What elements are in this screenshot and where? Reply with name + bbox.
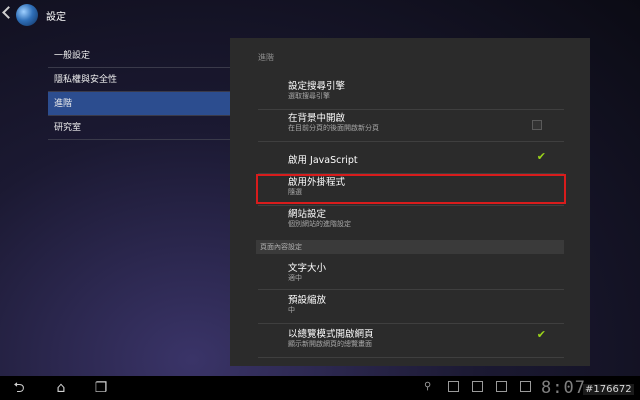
sidebar-item-label: 隱私權與安全性 [54,75,118,85]
javascript-check-icon[interactable]: ✔ [537,150,546,163]
pref-default-zoom[interactable]: 預設縮放 中 [258,292,564,324]
pref-title: 網站設定 [288,209,327,220]
recent-apps-icon[interactable]: ❐ [92,380,110,396]
pref-title: 文字大小 [288,263,327,274]
checklist-icon [496,381,507,392]
pref-javascript[interactable]: 啟用 JavaScript ✔ [258,142,564,174]
sidebar-item-label: 一般設定 [54,51,91,61]
pref-overview-mode[interactable]: 以總覽模式開啟網頁 顯示新開啟網頁的總覽畫面 ✔ [258,326,564,358]
pref-text-size[interactable]: 文字大小 適中 [258,260,564,290]
back-icon[interactable]: ⮌ [10,380,28,396]
highlight-box [256,174,566,204]
sidebar-item-labs[interactable]: 研究室 [48,116,230,140]
usb-icon: ⚲ [424,381,432,392]
download-icon [472,381,483,392]
open-background-checkbox[interactable] [532,120,542,130]
pref-title: 啟用 JavaScript [288,155,358,166]
pref-title: 預設縮放 [288,295,327,306]
pref-title: 設定搜尋引擎 [288,81,346,92]
sidebar-item-privacy[interactable]: 隱私權與安全性 [48,68,230,92]
section-label: 頁面內容設定 [260,243,302,251]
notification-icon [520,381,531,392]
sidebar-item-advanced[interactable]: 進階 [48,92,230,116]
sidebar-item-label: 研究室 [54,123,82,133]
pref-summary: 選取搜尋引擎 [288,92,330,100]
section-header: 頁面內容設定 [256,240,564,254]
clock: 8:07 [541,378,586,398]
system-bar: ⮌ ⌂ ❐ ⚲ 8:07 [0,376,640,400]
page-title: 設定 [46,12,66,23]
pref-site-settings[interactable]: 網站設定 個別網站的進階設定 [258,206,564,238]
panel-header: 進階 [258,53,274,62]
pref-summary: 在目前分頁的後面開啟新分頁 [288,124,379,132]
pref-title: 在背景中開啟 [288,113,346,124]
pref-summary: 顯示新開啟網頁的總覽畫面 [288,340,372,348]
home-icon[interactable]: ⌂ [52,380,70,396]
pref-search-engine[interactable]: 設定搜尋引擎 選取搜尋引擎 [258,78,564,110]
pref-summary: 個別網站的進階設定 [288,220,351,228]
pref-open-background[interactable]: 在背景中開啟 在目前分頁的後面開啟新分頁 [258,110,564,142]
back-chevron-icon[interactable] [2,6,15,19]
overview-check-icon[interactable]: ✔ [537,328,546,341]
pref-summary: 中 [288,306,295,314]
action-bar: 設定 [0,0,640,30]
pref-summary: 適中 [288,274,302,282]
globe-icon[interactable] [16,4,38,26]
pref-title: 以總覽模式開啟網頁 [288,329,374,340]
watermark: #176672 [583,384,634,395]
sidebar-item-label: 進階 [54,99,73,109]
sidebar-item-general[interactable]: 一般設定 [48,44,230,68]
sidebar: 一般設定 隱私權與安全性 進階 研究室 [48,44,230,140]
sd-card-icon [448,381,459,392]
